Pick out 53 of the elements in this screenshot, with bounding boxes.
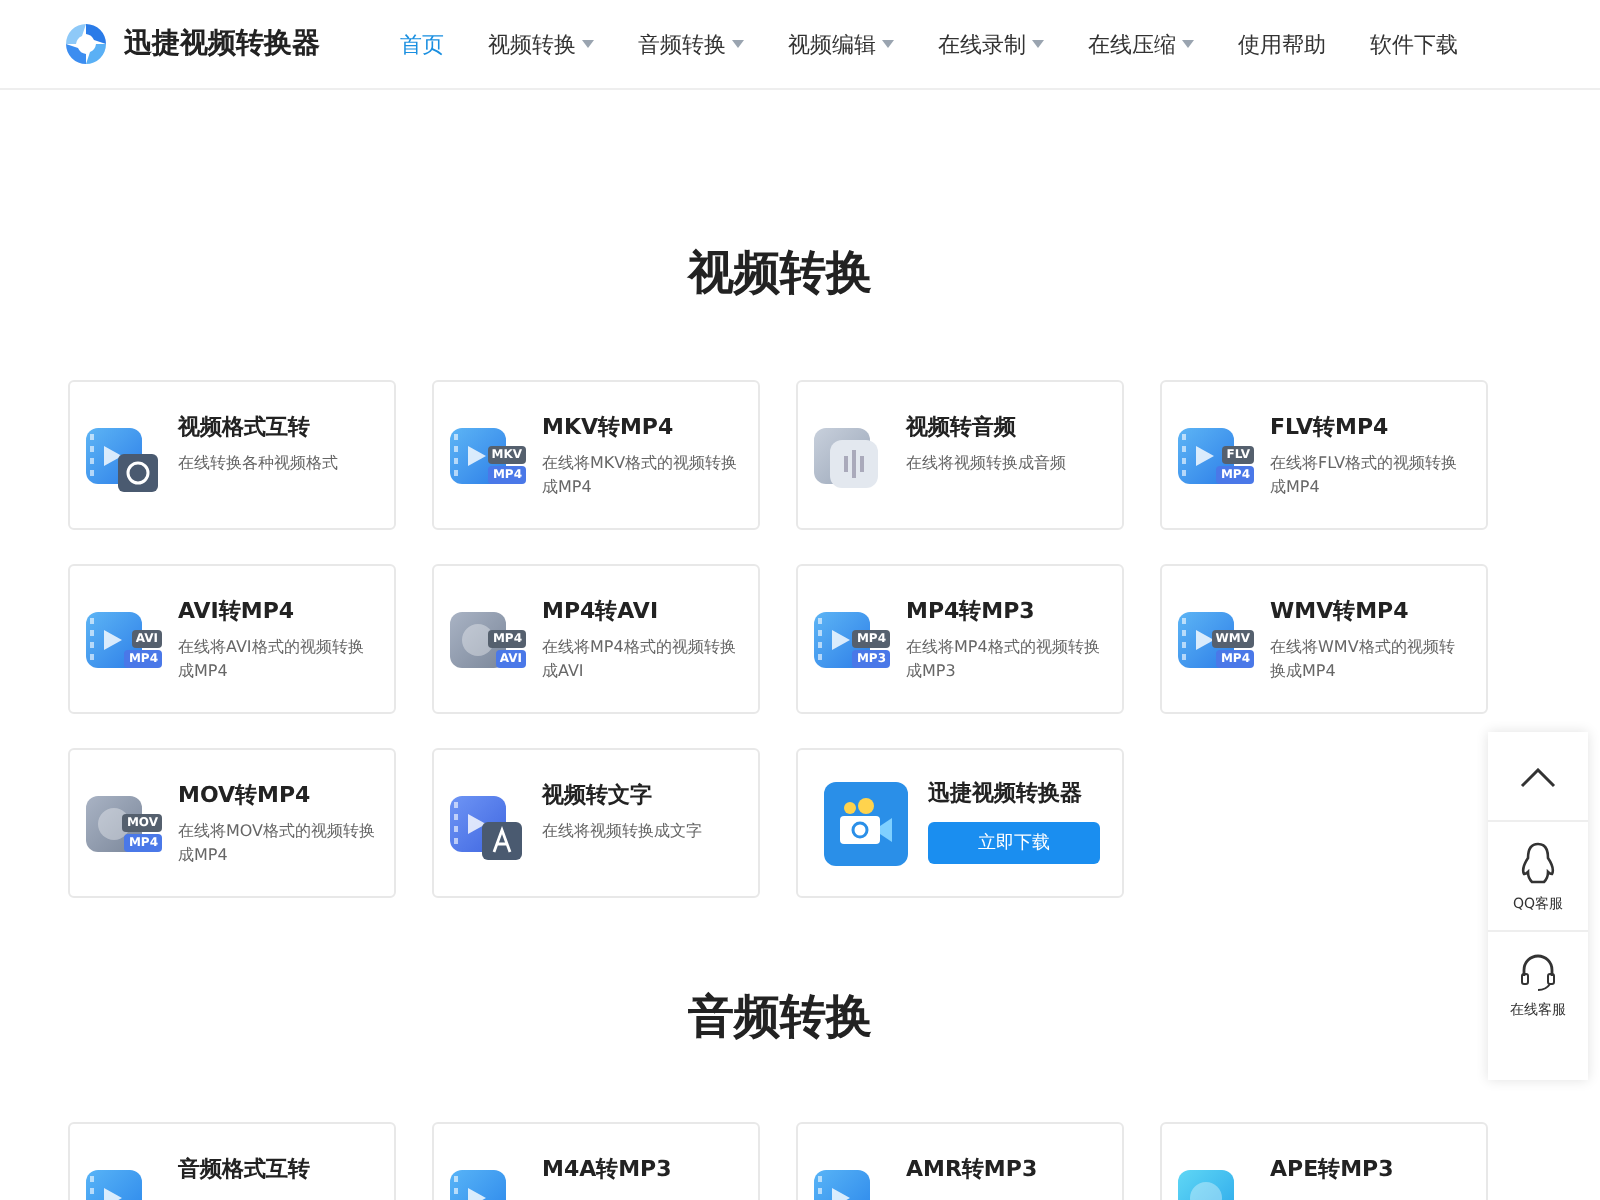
card-description: 在线将视频转换成文字 [542,820,702,844]
card-title: 视频转音频 [906,416,1018,440]
app-name: 迅捷视频转换器 [928,782,1084,806]
tool-card[interactable]: 视频转音频 在线将视频转换成音频 [796,380,1124,530]
card-title: MKV转MP4 [542,416,676,440]
nav-link[interactable]: 在线压缩 [1070,29,1212,59]
camera-app-icon [824,781,908,865]
penguin-icon [1520,842,1556,886]
card-description: 在线转换各种视频格式 [178,452,338,476]
card-description: 在线将MOV格式的视频转换成MP4 [178,820,378,868]
tool-card[interactable]: 视频转文字 在线将视频转换成文字 [432,748,760,898]
video-file-icon [450,790,526,862]
card-title: 视频格式互转 [178,416,312,440]
section-heading: 音频转换 [686,990,874,1048]
tool-card[interactable]: APE转MP3 [1160,1122,1488,1200]
caret-icon [1032,40,1044,48]
card-title: WMV转MP4 [1270,600,1411,624]
nav-link[interactable]: 使用帮助 [1220,29,1344,59]
tool-card[interactable]: 音频格式互转 [68,1122,396,1200]
card-title: 音频格式互转 [178,1158,310,1182]
section-heading: 视频转换 [685,246,874,304]
tool-card[interactable]: 视频格式互转 在线转换各种视频格式 [68,380,396,530]
card-title: FLV转MP4 [1270,416,1391,440]
card-description: 在线将AVI格式的视频转换成MP4 [178,636,366,684]
card-title: MP4转AVI [542,600,661,624]
tool-card[interactable]: AMR转MP3 [796,1122,1124,1200]
card-title: 视频转文字 [542,784,654,808]
caret-icon [882,40,894,48]
headset-icon [1518,952,1558,992]
card-title: AMR转MP3 [906,1158,1038,1182]
card-description: 在线将视频转换成音频 [906,452,1066,476]
nav-link[interactable]: 音频转换 [620,29,762,59]
chevron-up-icon[interactable] [1520,768,1556,788]
nav-link[interactable]: 软件下载 [1352,29,1476,59]
video-file-icon [86,422,162,494]
caret-icon [582,40,594,48]
card-title: MP4转MP3 [906,600,1037,624]
nav-link[interactable]: 视频编辑 [770,29,912,59]
card-title: MOV转MP4 [178,784,313,808]
tool-card[interactable]: M4A转MP3 [432,1122,760,1200]
card-description: 在线将MP4格式的视频转换成MP3 [906,636,1102,684]
card-title: APE转MP3 [1270,1158,1394,1182]
card-title: M4A转MP3 [542,1158,672,1182]
card-description: 在线将MP4格式的视频转换成AVI [542,636,738,684]
brand-name: 迅捷视频转换器 [124,26,320,62]
nav-link[interactable]: 在线录制 [920,29,1062,59]
caret-icon [732,40,744,48]
caret-icon [1182,40,1194,48]
card-description: 在线将WMV格式的视频转换成MP4 [1270,636,1457,684]
card-description: 在线将MKV格式的视频转换成MP4 [542,452,740,500]
nav-link[interactable]: 视频转换 [470,29,612,59]
card-description: 在线将FLV格式的视频转换成MP4 [1270,452,1460,500]
card-title: AVI转MP4 [178,600,297,624]
